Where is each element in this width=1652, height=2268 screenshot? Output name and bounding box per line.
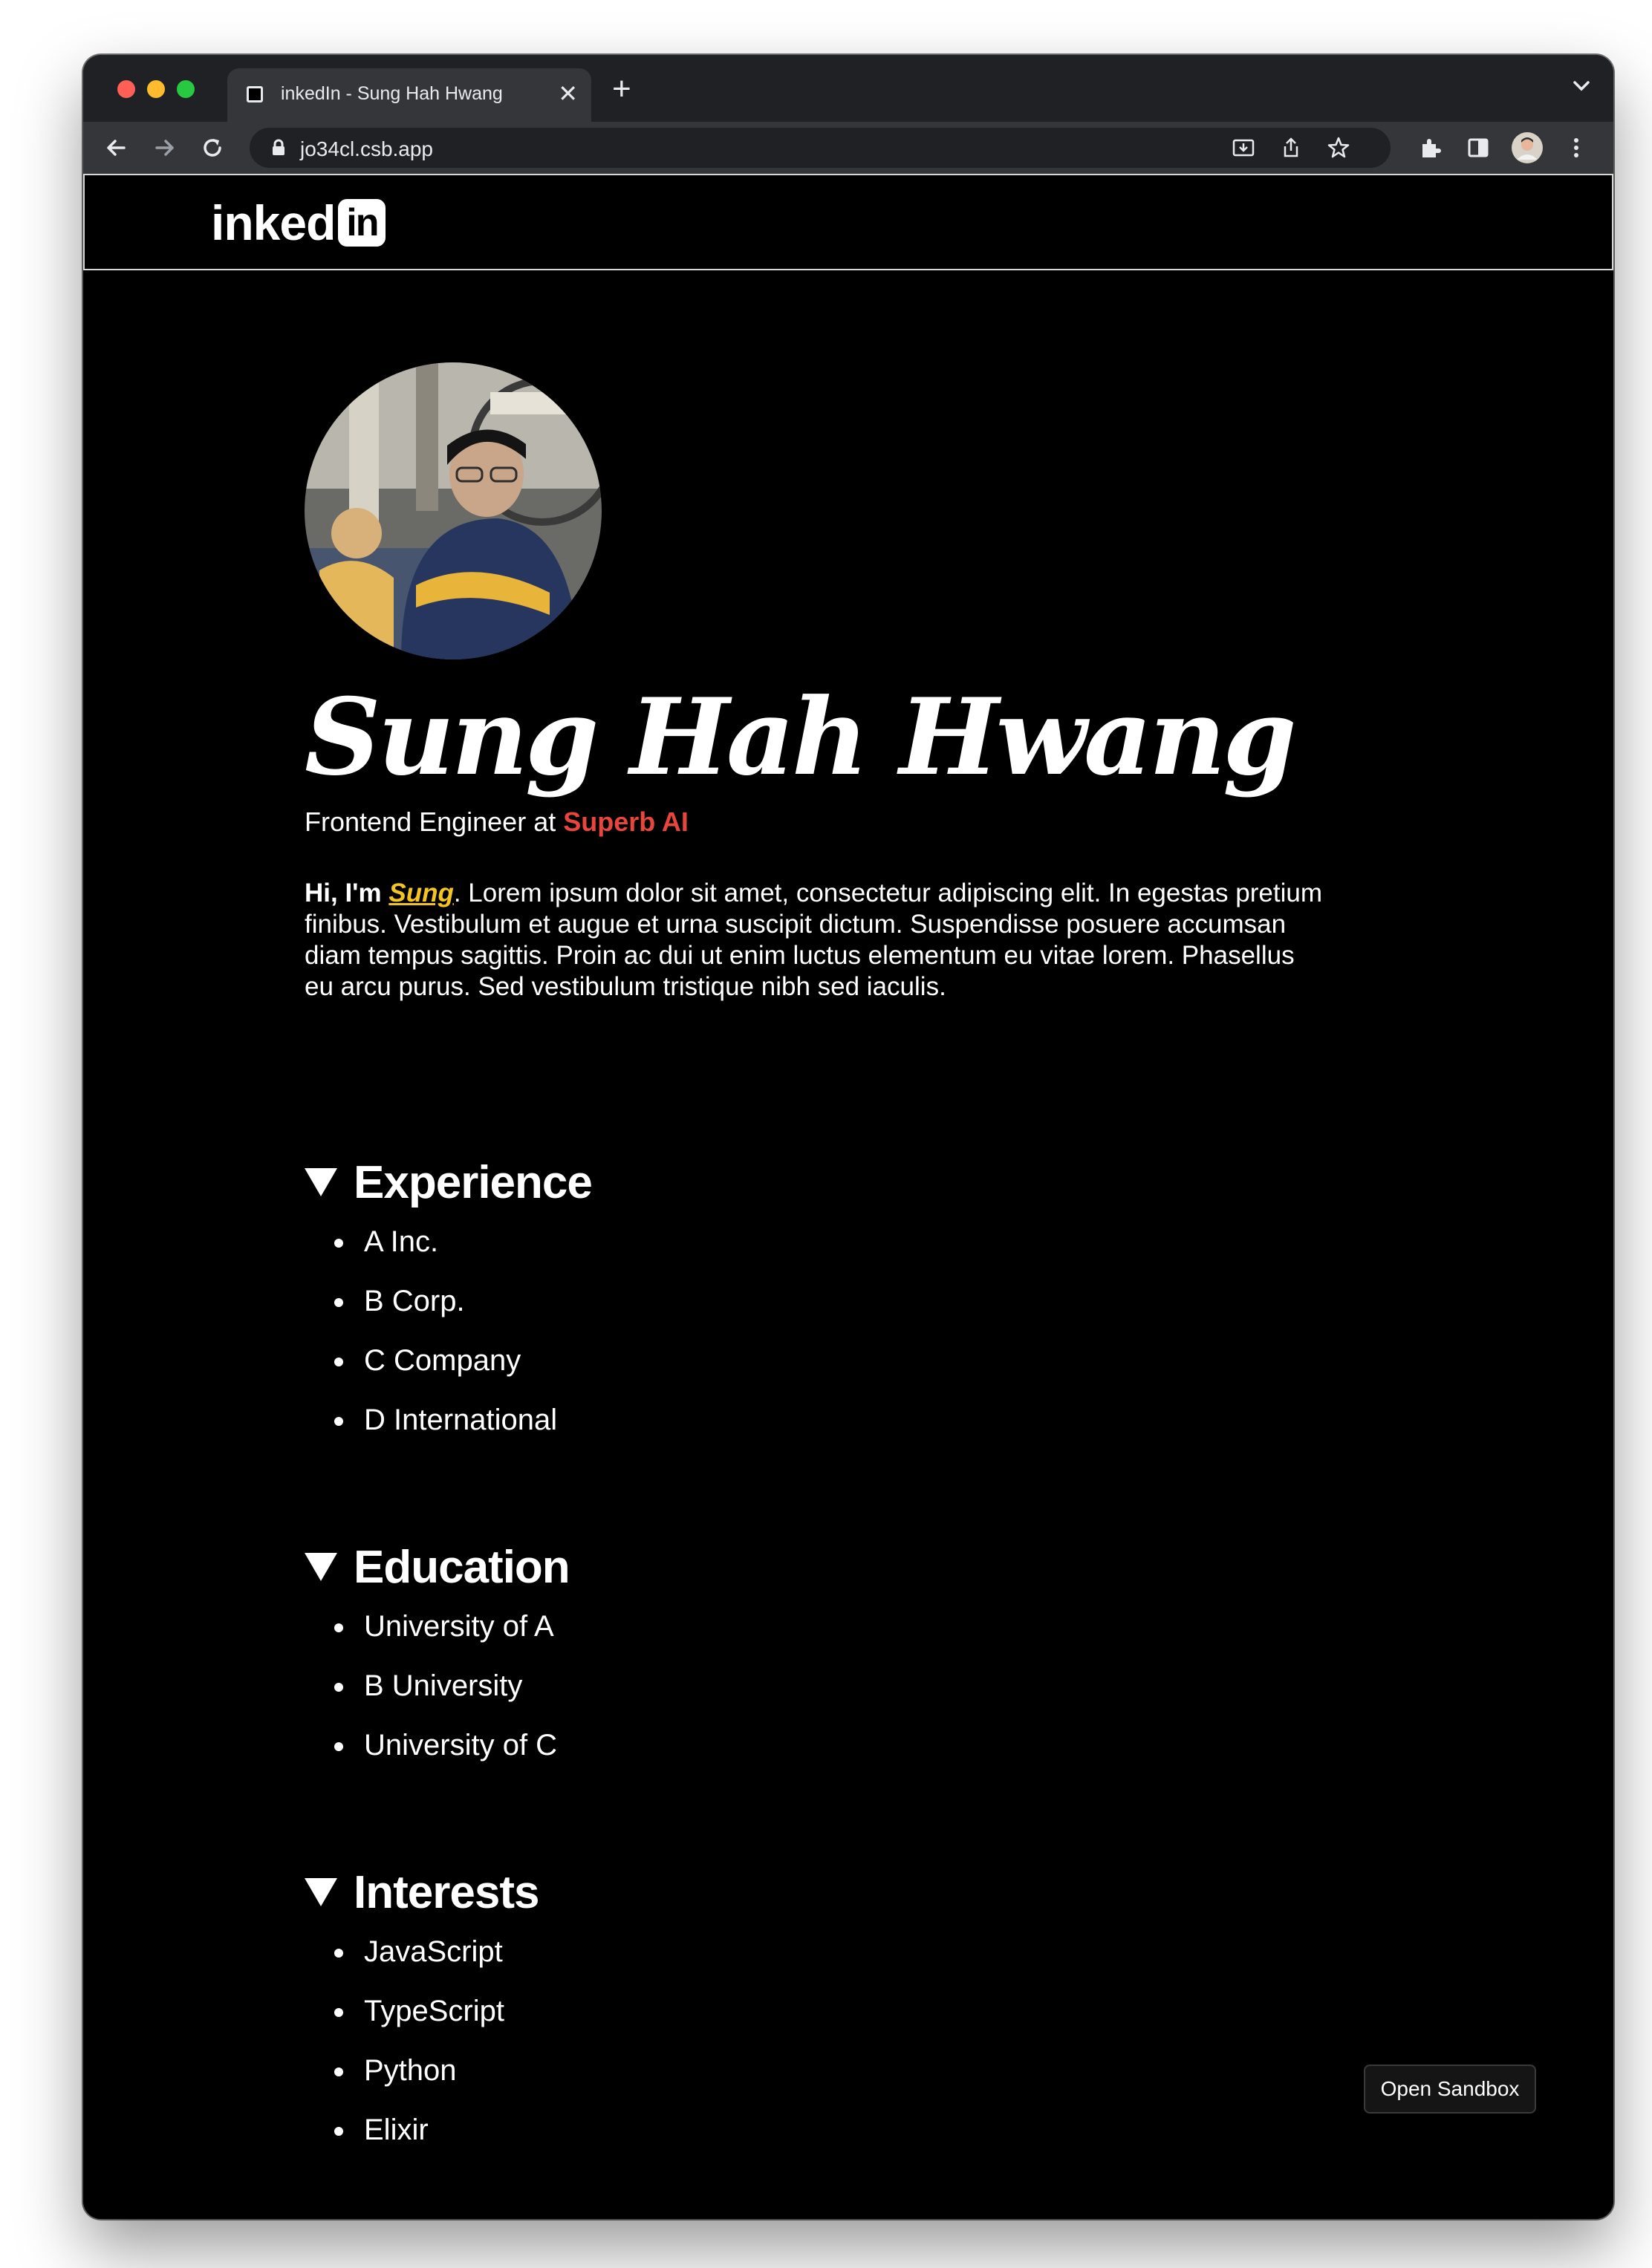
- disclosure-triangle-icon: [305, 1168, 337, 1196]
- menu-icon[interactable]: [1563, 134, 1590, 161]
- profile-name: Sung Hah Hwang: [305, 676, 1297, 799]
- reload-icon[interactable]: [199, 134, 226, 161]
- profile-avatar-icon[interactable]: [1511, 131, 1544, 164]
- bookmark-star-icon[interactable]: [1325, 134, 1352, 161]
- bio-greeting: Hi, I'm: [305, 879, 389, 907]
- list-item: JavaScript: [305, 1922, 539, 1981]
- favicon-icon: [247, 86, 263, 102]
- back-icon[interactable]: [103, 134, 129, 161]
- share-icon[interactable]: [1278, 134, 1304, 161]
- list-item: D International: [305, 1390, 592, 1450]
- browser-window: inkedIn - Sung Hah Hwang ✕ + jo34cl.csb.…: [83, 55, 1613, 2219]
- education-title: Education: [354, 1541, 570, 1593]
- profile-photo: [305, 362, 602, 659]
- side-panel-icon[interactable]: [1465, 134, 1492, 161]
- experience-list: A Inc. B Corp. C Company D International: [305, 1212, 592, 1450]
- bio-text: . Lorem ipsum dolor sit amet, consectetu…: [305, 879, 1322, 1001]
- experience-toggle[interactable]: Experience: [305, 1153, 593, 1212]
- tab-strip: inkedIn - Sung Hah Hwang ✕ +: [83, 55, 1613, 122]
- bio-nickname[interactable]: Sung: [388, 879, 453, 907]
- education-toggle[interactable]: Education: [305, 1537, 570, 1597]
- experience-section: Experience A Inc. B Corp. C Company D In…: [305, 1153, 593, 1450]
- tab-search-icon[interactable]: [1570, 74, 1593, 100]
- address-bar[interactable]: jo34cl.csb.app: [250, 128, 1391, 168]
- browser-toolbar: jo34cl.csb.app: [83, 122, 1613, 174]
- minimize-window-button[interactable]: [147, 80, 165, 98]
- role-prefix: Frontend Engineer at: [305, 806, 564, 837]
- experience-title: Experience: [354, 1156, 593, 1208]
- list-item: B University: [305, 1656, 570, 1715]
- maximize-window-button[interactable]: [177, 80, 195, 98]
- list-item: Elixir: [305, 2100, 539, 2160]
- page-content: inked in Sung Hah Hwang Frontend Enginee…: [83, 174, 1613, 2219]
- list-item: A Inc.: [305, 1212, 592, 1271]
- open-sandbox-button[interactable]: Open Sandbox: [1364, 2065, 1536, 2114]
- new-tab-button[interactable]: +: [612, 73, 631, 105]
- list-item: B Corp.: [305, 1271, 592, 1331]
- list-item: University of A: [305, 1597, 570, 1656]
- logo-box: in: [338, 199, 386, 247]
- extensions-icon[interactable]: [1417, 134, 1444, 161]
- list-item: TypeScript: [305, 1981, 539, 2041]
- site-logo[interactable]: inked in: [211, 195, 386, 251]
- url-text: jo34cl.csb.app: [300, 137, 434, 160]
- list-item: C Company: [305, 1331, 592, 1390]
- list-item: University of C: [305, 1715, 570, 1775]
- interests-title: Interests: [354, 1866, 539, 1918]
- education-section: Education University of A B University U…: [305, 1537, 570, 1775]
- profile-bio: Hi, I'm Sung. Lorem ipsum dolor sit amet…: [305, 878, 1330, 1003]
- site-header: inked in: [83, 174, 1613, 270]
- forward-icon[interactable]: [152, 134, 178, 161]
- disclosure-triangle-icon: [305, 1878, 337, 1906]
- logo-text: inked: [211, 195, 336, 250]
- education-list: University of A B University University …: [305, 1597, 570, 1775]
- interests-section: Interests JavaScript TypeScript Python E…: [305, 1863, 539, 2160]
- profile-role: Frontend Engineer at Superb AI: [305, 806, 689, 838]
- company-link[interactable]: Superb AI: [563, 806, 689, 837]
- install-app-icon[interactable]: [1230, 134, 1257, 161]
- disclosure-triangle-icon: [305, 1553, 337, 1581]
- tab-title: inkedIn - Sung Hah Hwang: [281, 83, 503, 104]
- interests-toggle[interactable]: Interests: [305, 1863, 539, 1922]
- lock-icon: [270, 139, 287, 160]
- close-window-button[interactable]: [117, 80, 135, 98]
- list-item: Python: [305, 2041, 539, 2100]
- tab-close-icon[interactable]: ✕: [558, 79, 578, 108]
- browser-tab[interactable]: inkedIn - Sung Hah Hwang ✕: [227, 68, 591, 122]
- interests-list: JavaScript TypeScript Python Elixir: [305, 1922, 539, 2160]
